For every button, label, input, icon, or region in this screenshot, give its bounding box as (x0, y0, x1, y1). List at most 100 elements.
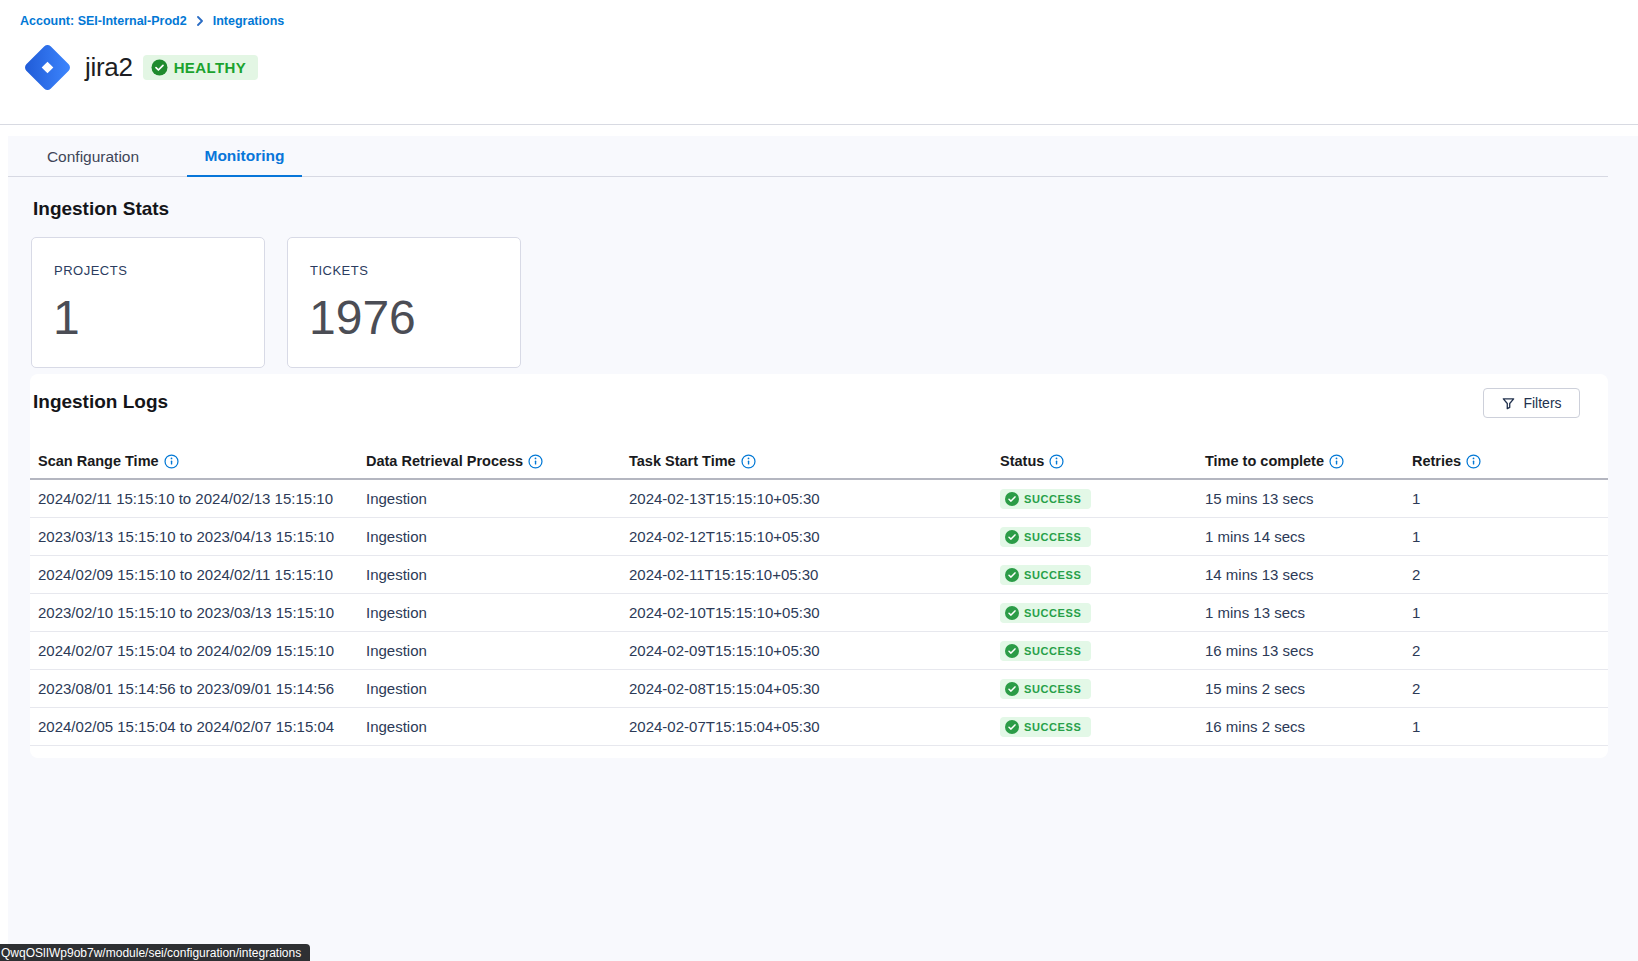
cell-task-start: 2024-02-09T15:15:10+05:30 (629, 642, 1000, 659)
cell-retries: 1 (1412, 490, 1608, 507)
status-badge: SUCCESS (1000, 527, 1091, 547)
info-icon[interactable] (741, 454, 756, 469)
stat-label: PROJECTS (54, 263, 264, 278)
column-header-time-to-complete[interactable]: Time to complete (1205, 453, 1412, 469)
table-row[interactable]: 2024/02/07 15:15:04 to 2024/02/09 15:15:… (30, 632, 1608, 670)
filters-button-label: Filters (1523, 395, 1561, 411)
table-body: 2024/02/11 15:15:10 to 2024/02/13 15:15:… (30, 480, 1608, 746)
cell-process: Ingestion (366, 718, 629, 735)
cell-process: Ingestion (366, 680, 629, 697)
status-badge-label: SUCCESS (1024, 721, 1081, 733)
status-badge: SUCCESS (1000, 717, 1091, 737)
jira-logo-icon (20, 40, 75, 95)
cell-scan-range: 2023/02/10 15:15:10 to 2023/03/13 15:15:… (38, 604, 366, 621)
cell-scan-range: 2024/02/05 15:15:04 to 2024/02/07 15:15:… (38, 718, 366, 735)
column-header-label: Data Retrieval Process (366, 453, 523, 469)
stat-value: 1976 (309, 294, 520, 342)
table-row[interactable]: 2024/02/05 15:15:04 to 2024/02/07 15:15:… (30, 708, 1608, 746)
cell-task-start: 2024-02-12T15:15:10+05:30 (629, 528, 1000, 545)
ingestion-stats-heading: Ingestion Stats (33, 198, 169, 220)
cell-process: Ingestion (366, 528, 629, 545)
health-badge-label: HEALTHY (174, 59, 247, 76)
cell-task-start: 2024-02-10T15:15:10+05:30 (629, 604, 1000, 621)
cell-process: Ingestion (366, 604, 629, 621)
cell-time-to-complete: 1 mins 14 secs (1205, 528, 1412, 545)
info-icon[interactable] (528, 454, 543, 469)
cell-task-start: 2024-02-07T15:15:04+05:30 (629, 718, 1000, 735)
table-row[interactable]: 2024/02/11 15:15:10 to 2024/02/13 15:15:… (30, 480, 1608, 518)
statusbar-url: QwqOSlIWp9ob7w/module/sei/configuration/… (1, 946, 301, 960)
status-badge: SUCCESS (1000, 489, 1091, 509)
cell-retries: 2 (1412, 566, 1608, 583)
status-badge-label: SUCCESS (1024, 493, 1081, 505)
page-header: Account: SEI-Internal-Prod2 Integrations… (0, 0, 1638, 125)
cell-retries: 1 (1412, 718, 1608, 735)
ingestion-logs-card: Ingestion Logs Filters Scan Range TimeDa… (30, 374, 1608, 758)
cell-scan-range: 2024/02/07 15:15:04 to 2024/02/09 15:15:… (38, 642, 366, 659)
page-title: jira2 (85, 52, 133, 83)
status-badge: SUCCESS (1000, 679, 1091, 699)
info-icon[interactable] (1466, 454, 1481, 469)
cell-retries: 2 (1412, 642, 1608, 659)
status-badge: SUCCESS (1000, 603, 1091, 623)
tab-monitoring[interactable]: Monitoring (187, 136, 302, 177)
check-circle-icon (1005, 682, 1019, 696)
status-badge: SUCCESS (1000, 565, 1091, 585)
cell-time-to-complete: 16 mins 2 secs (1205, 718, 1412, 735)
breadcrumb: Account: SEI-Internal-Prod2 Integrations (20, 14, 284, 28)
check-circle-icon (1005, 606, 1019, 620)
breadcrumb-account-link[interactable]: Account: SEI-Internal-Prod2 (20, 14, 187, 28)
ingestion-logs-heading: Ingestion Logs (33, 391, 168, 413)
cell-process: Ingestion (366, 490, 629, 507)
info-icon[interactable] (1049, 454, 1064, 469)
check-circle-icon (1005, 568, 1019, 582)
filters-button[interactable]: Filters (1483, 388, 1580, 418)
cell-task-start: 2024-02-13T15:15:10+05:30 (629, 490, 1000, 507)
content-area: Configuration Monitoring Ingestion Stats… (8, 136, 1638, 961)
table-header-row: Scan Range TimeData Retrieval Process Tas… (30, 444, 1608, 480)
cell-time-to-complete: 14 mins 13 secs (1205, 566, 1412, 583)
health-status-badge: HEALTHY (143, 55, 259, 80)
info-icon[interactable] (1329, 454, 1344, 469)
table-row[interactable]: 2023/02/10 15:15:10 to 2023/03/13 15:15:… (30, 594, 1608, 632)
chevron-right-icon (195, 16, 205, 26)
status-badge-label: SUCCESS (1024, 683, 1081, 695)
column-header-task-start-time[interactable]: Task Start Time (629, 453, 1000, 469)
breadcrumb-integrations-link[interactable]: Integrations (213, 14, 285, 28)
column-header-label: Retries (1412, 453, 1461, 469)
stat-label: TICKETS (310, 263, 520, 278)
stat-card-projects: PROJECTS 1 (31, 237, 265, 368)
table-row[interactable]: 2023/03/13 15:15:10 to 2023/04/13 15:15:… (30, 518, 1608, 556)
cell-process: Ingestion (366, 642, 629, 659)
column-header-scan-range-time[interactable]: Scan Range Time (38, 453, 366, 469)
stat-card-tickets: TICKETS 1976 (287, 237, 521, 368)
cell-task-start: 2024-02-11T15:15:10+05:30 (629, 566, 1000, 583)
column-header-retries[interactable]: Retries (1412, 453, 1608, 469)
info-icon[interactable] (164, 454, 179, 469)
cell-task-start: 2024-02-08T15:15:04+05:30 (629, 680, 1000, 697)
check-circle-icon (1005, 644, 1019, 658)
cell-scan-range: 2024/02/09 15:15:10 to 2024/02/11 15:15:… (38, 566, 366, 583)
status-badge-label: SUCCESS (1024, 607, 1081, 619)
cell-scan-range: 2023/08/01 15:14:56 to 2023/09/01 15:14:… (38, 680, 366, 697)
link-preview-statusbar: QwqOSlIWp9ob7w/module/sei/configuration/… (0, 944, 310, 961)
column-header-status[interactable]: Status (1000, 453, 1205, 469)
tab-configuration[interactable]: Configuration (33, 136, 153, 177)
tab-bar: Configuration Monitoring (8, 136, 1608, 177)
cell-time-to-complete: 15 mins 13 secs (1205, 490, 1412, 507)
table-row[interactable]: 2024/02/09 15:15:10 to 2024/02/11 15:15:… (30, 556, 1608, 594)
column-header-label: Status (1000, 453, 1044, 469)
check-circle-icon (1005, 492, 1019, 506)
cell-time-to-complete: 1 mins 13 secs (1205, 604, 1412, 621)
check-circle-icon (151, 59, 168, 76)
cell-retries: 1 (1412, 604, 1608, 621)
column-header-data-retrieval-process[interactable]: Data Retrieval Process (366, 453, 629, 469)
status-badge-label: SUCCESS (1024, 531, 1081, 543)
filter-funnel-icon (1501, 396, 1516, 411)
column-header-label: Time to complete (1205, 453, 1324, 469)
column-header-label: Task Start Time (629, 453, 736, 469)
cell-time-to-complete: 15 mins 2 secs (1205, 680, 1412, 697)
ingestion-logs-table: Scan Range TimeData Retrieval Process Tas… (30, 444, 1608, 746)
table-row[interactable]: 2023/08/01 15:14:56 to 2023/09/01 15:14:… (30, 670, 1608, 708)
cell-process: Ingestion (366, 566, 629, 583)
